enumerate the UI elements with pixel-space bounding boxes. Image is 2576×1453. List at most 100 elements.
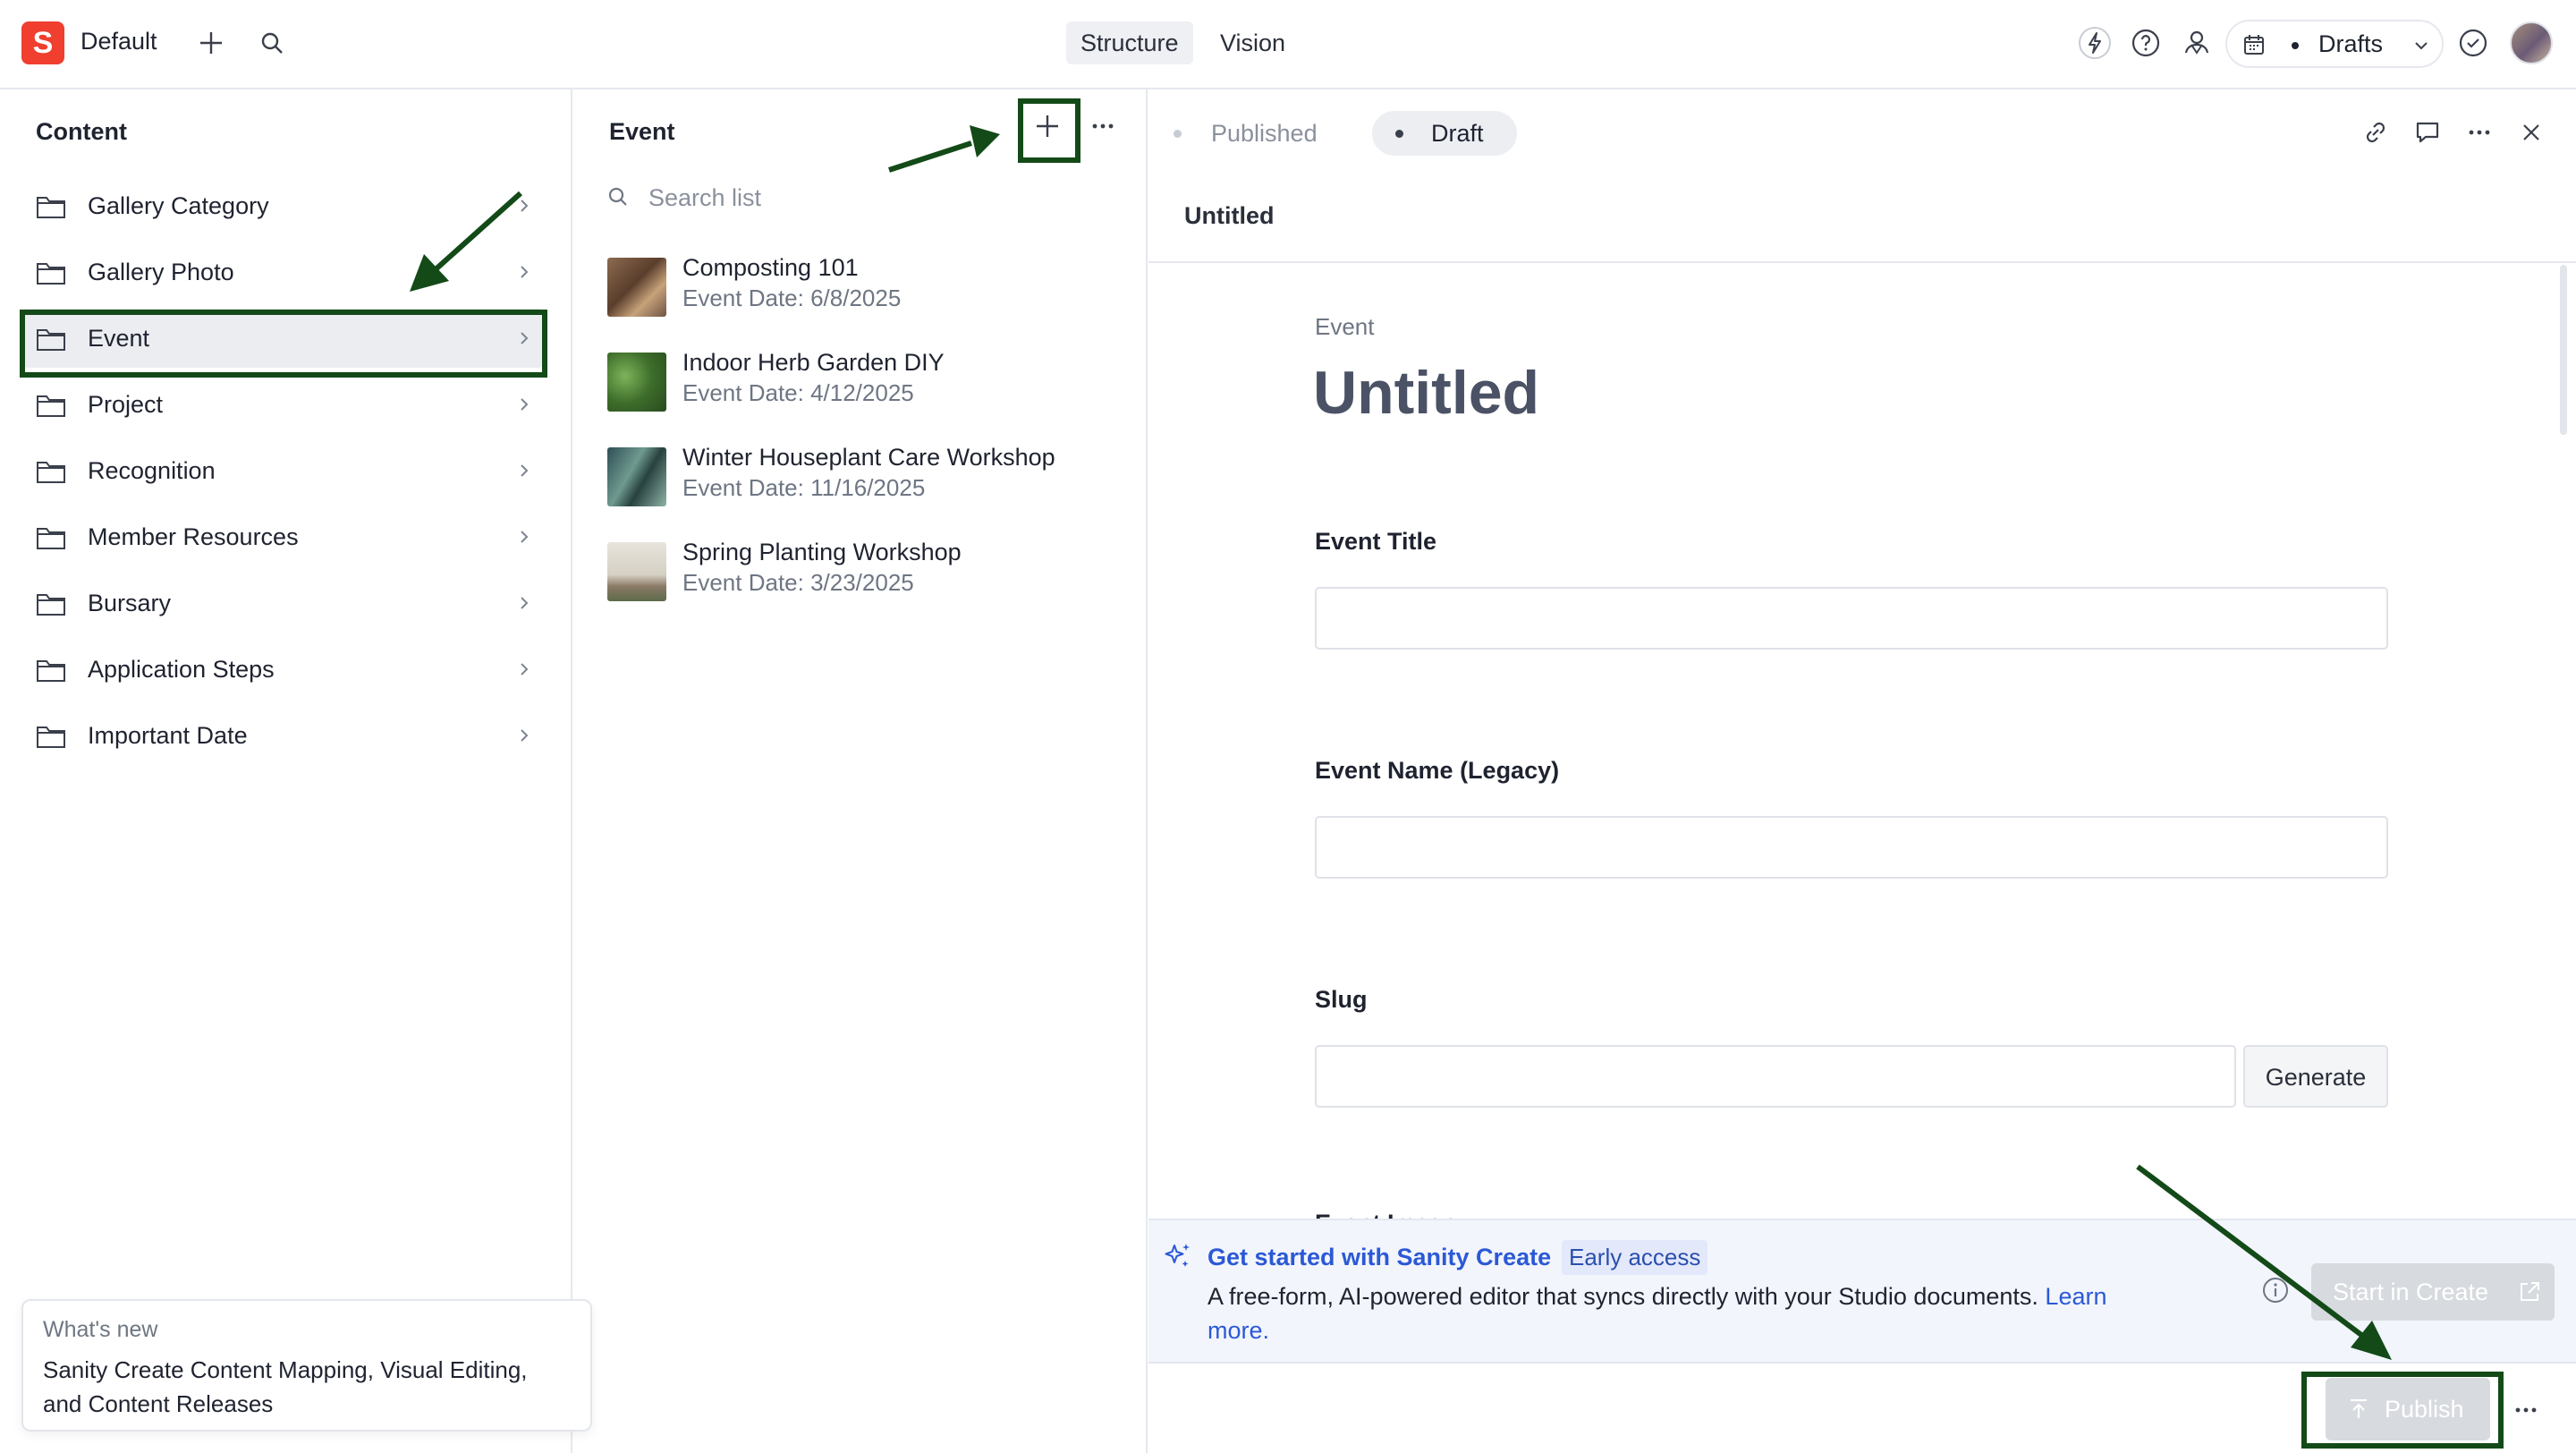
document-subtitle: Event Date: 11/16/2025 [682,474,926,501]
document-subtitle: Event Date: 3/23/2025 [682,569,914,596]
learn-more-link-part2[interactable]: more. [1208,1317,1269,1344]
document-type-label: Event [1315,313,1375,340]
banner-title: Get started with Sanity Create [1208,1244,1552,1270]
folder-icon [36,524,66,551]
chevron-right-icon [515,527,533,547]
chevron-right-icon [515,262,533,282]
annotation-highlight-publish [2301,1372,2504,1449]
close-icon[interactable] [2512,113,2551,152]
nav-item-application-steps[interactable]: Application Steps [21,640,544,699]
nav-item-gallery-photo[interactable]: Gallery Photo [21,242,544,302]
document-title: Indoor Herb Garden DIY [682,349,945,376]
event-image-label: Event Image [1315,1210,1457,1219]
nav-item-recognition[interactable]: Recognition [21,441,544,500]
learn-more-link-part1[interactable]: Learn [2045,1283,2106,1310]
slug-input[interactable] [1315,1045,2236,1108]
nav-item-gallery-category[interactable]: Gallery Category [21,176,544,235]
banner-text: A free-form, AI-powered editor that sync… [1208,1283,2046,1310]
nav-item-bursary[interactable]: Bursary [21,574,544,633]
users-icon[interactable] [2177,23,2216,63]
workspace-name[interactable]: Default [80,28,157,55]
draft-dot [2292,42,2299,49]
content-pane: Content Gallery Category Gallery Photo E… [0,89,572,1453]
event-pane-title: Event [609,118,675,145]
chevron-right-icon [515,395,533,414]
create-new-document-icon[interactable] [191,23,231,63]
generate-slug-button[interactable]: Generate [2243,1045,2388,1108]
nav-item-label: Gallery Category [88,192,269,219]
document-item-winter-houseplant[interactable]: Winter Houseplant Care Workshop Event Da… [607,438,1126,521]
folder-icon [36,591,66,617]
event-title-input[interactable] [1315,587,2388,650]
chevron-down-icon [2411,36,2431,55]
start-in-create-button[interactable]: Start in Create [2311,1263,2555,1321]
editor-header-title: Untitled [1184,202,1275,229]
info-icon[interactable] [2259,1274,2292,1306]
lightning-icon[interactable] [2075,23,2114,63]
chevron-right-icon [515,461,533,480]
nav-item-project[interactable]: Project [21,375,544,434]
draft-label: Draft [1431,120,1484,147]
document-title: Composting 101 [682,254,859,281]
user-avatar[interactable] [2510,21,2553,64]
generate-label: Generate [2265,1064,2367,1091]
early-access-badge: Early access [1562,1240,1708,1275]
document-title: Winter Houseplant Care Workshop [682,444,1055,471]
nav-item-label: Bursary [88,590,172,616]
document-title-heading: Untitled [1313,359,1540,427]
top-navbar: S Default Structure Vision Drafts [0,0,2576,89]
whats-new-card[interactable]: What's new Sanity Create Content Mapping… [21,1299,592,1432]
whats-new-title: What's new [43,1317,158,1342]
published-label: Published [1211,120,1318,147]
folder-icon [36,259,66,286]
nav-item-member-resources[interactable]: Member Resources [21,507,544,566]
event-name-legacy-label: Event Name (Legacy) [1315,757,1560,784]
document-thumbnail [607,447,666,506]
folder-icon [36,458,66,485]
document-subtitle: Event Date: 6/8/2025 [682,285,902,311]
nav-item-label: Application Steps [88,656,275,683]
search-list-input[interactable]: Search list [604,175,1123,220]
start-in-create-label: Start in Create [2333,1279,2489,1305]
tab-vision[interactable]: Vision [1206,21,1300,64]
nav-item-important-date[interactable]: Important Date [21,706,544,765]
comment-icon[interactable] [2408,113,2447,152]
more-actions-icon[interactable] [2506,1390,2546,1430]
annotation-highlight-event [20,310,547,378]
search-icon[interactable] [252,23,292,63]
calendar-icon [2240,30,2268,59]
sparkles-icon [1163,1240,1193,1270]
divider [1148,261,2576,263]
tasks-check-icon[interactable] [2453,23,2493,63]
nav-item-label: Member Resources [88,523,299,550]
event-list-pane: Event Search list Composting 101 Event D… [573,89,1148,1453]
document-item-composting-101[interactable]: Composting 101 Event Date: 6/8/2025 [607,249,1126,331]
perspective-selector[interactable]: Drafts [2225,20,2444,68]
studio-logo[interactable]: S [21,21,64,64]
more-options-icon[interactable] [1083,106,1123,146]
search-icon [604,183,632,211]
document-thumbnail [607,258,666,317]
document-item-spring-planting[interactable]: Spring Planting Workshop Event Date: 3/2… [607,533,1126,616]
more-options-icon[interactable] [2460,113,2499,152]
search-placeholder: Search list [648,184,762,211]
whats-new-line2: and Content Releases [43,1390,274,1417]
perspective-label: Drafts [2318,30,2384,57]
document-item-indoor-herb-garden[interactable]: Indoor Herb Garden DIY Event Date: 4/12/… [607,344,1126,426]
help-icon[interactable] [2126,23,2165,63]
event-title-label: Event Title [1315,528,1437,555]
slug-label: Slug [1315,986,1368,1013]
scrollbar-thumb[interactable] [2560,265,2567,435]
link-icon[interactable] [2356,113,2395,152]
whats-new-line1: Sanity Create Content Mapping, Visual Ed… [43,1356,528,1383]
chevron-right-icon [515,659,533,679]
event-name-legacy-input[interactable] [1315,816,2388,879]
draft-dot [1395,130,1403,138]
content-pane-title: Content [36,118,127,145]
folder-icon [36,193,66,220]
folder-icon [36,657,66,684]
folder-icon [36,392,66,419]
tab-draft[interactable]: Draft [1372,111,1517,156]
folder-icon [36,723,66,750]
tab-structure[interactable]: Structure [1066,21,1193,64]
